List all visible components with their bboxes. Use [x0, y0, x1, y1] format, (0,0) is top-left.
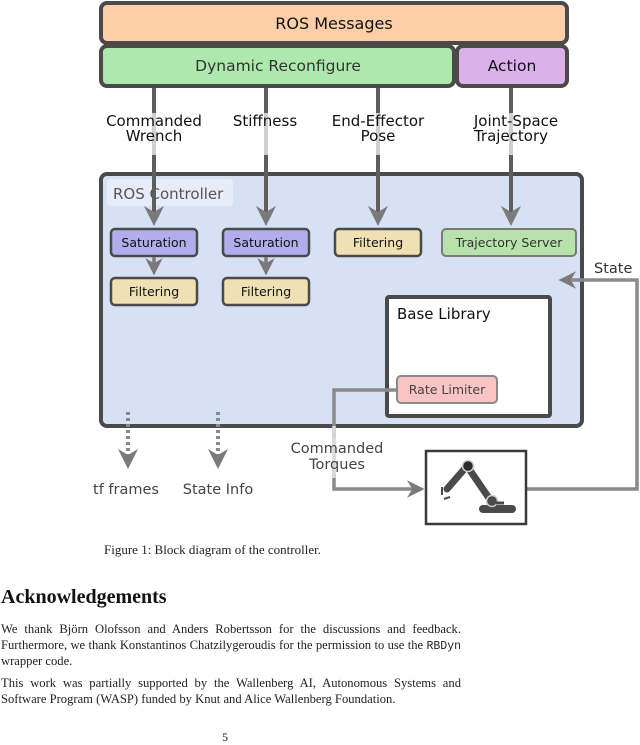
commanded-wrench-label-line2: Wrench [126, 127, 182, 145]
paragraph-1-text-b: wrapper code. [1, 654, 73, 668]
robot-block [424, 449, 528, 526]
rate-limiter-block: Rate Limiter [396, 375, 498, 404]
dynamic-reconfigure-block: Dynamic Reconfigure [99, 44, 456, 88]
section-heading-acknowledgements: Acknowledgements [1, 586, 167, 608]
dynamic-reconfigure-label: Dynamic Reconfigure [195, 57, 361, 75]
paragraph-1-text-a: We thank Björn Olofsson and Anders Rober… [1, 622, 461, 652]
saturation-block-2: Saturation [221, 227, 311, 258]
state-info-label: State Info [183, 482, 254, 498]
joint-space-trajectory-label-line2: Trajectory [473, 127, 548, 145]
rate-limiter-label: Rate Limiter [409, 382, 486, 397]
filtering-block-1: Filtering [109, 276, 199, 307]
filtering-label-2: Filtering [241, 284, 291, 299]
filtering-block-2: Filtering [221, 276, 311, 307]
saturation-label-1: Saturation [121, 235, 186, 250]
controller-block-diagram: ROS Messages Dynamic Reconfigure Action … [93, 1, 639, 526]
filtering-label-3: Filtering [353, 235, 403, 250]
trajectory-server-block: Trajectory Server [441, 228, 577, 257]
output-labels: tf frames State Info [93, 482, 253, 498]
ros-messages-label: ROS Messages [275, 14, 392, 33]
filtering-block-3: Filtering [333, 227, 423, 258]
filtering-label-1: Filtering [129, 284, 179, 299]
ros-messages-block: ROS Messages [99, 1, 569, 45]
figure-caption: Figure 1: Block diagram of the controlle… [104, 542, 321, 557]
commanded-torques-label-line2: Torques [308, 457, 365, 473]
stiffness-label: Stiffness [233, 112, 297, 130]
page-number: 5 [222, 730, 228, 744]
input-labels: Commanded Wrench Stiffness End-Effector … [106, 112, 558, 145]
commanded-torques-label-line1: Commanded [291, 441, 384, 457]
saturation-block-1: Saturation [109, 227, 199, 258]
rbdyn-code: RBDyn [426, 639, 461, 653]
acknowledgements-paragraph-1: We thank Björn Olofsson and Anders Rober… [1, 622, 461, 670]
trajectory-server-label: Trajectory Server [455, 235, 564, 250]
ros-controller-label: ROS Controller [113, 185, 224, 203]
action-label: Action [488, 57, 537, 75]
action-block: Action [455, 44, 569, 88]
acknowledgements-paragraph-2: This work was partially supported by the… [1, 676, 461, 706]
state-label: State [594, 261, 632, 277]
tf-frames-label: tf frames [93, 482, 159, 498]
end-effector-pose-label-line2: Pose [361, 127, 396, 145]
saturation-label-2: Saturation [233, 235, 298, 250]
base-library-label: Base Library [397, 305, 491, 323]
